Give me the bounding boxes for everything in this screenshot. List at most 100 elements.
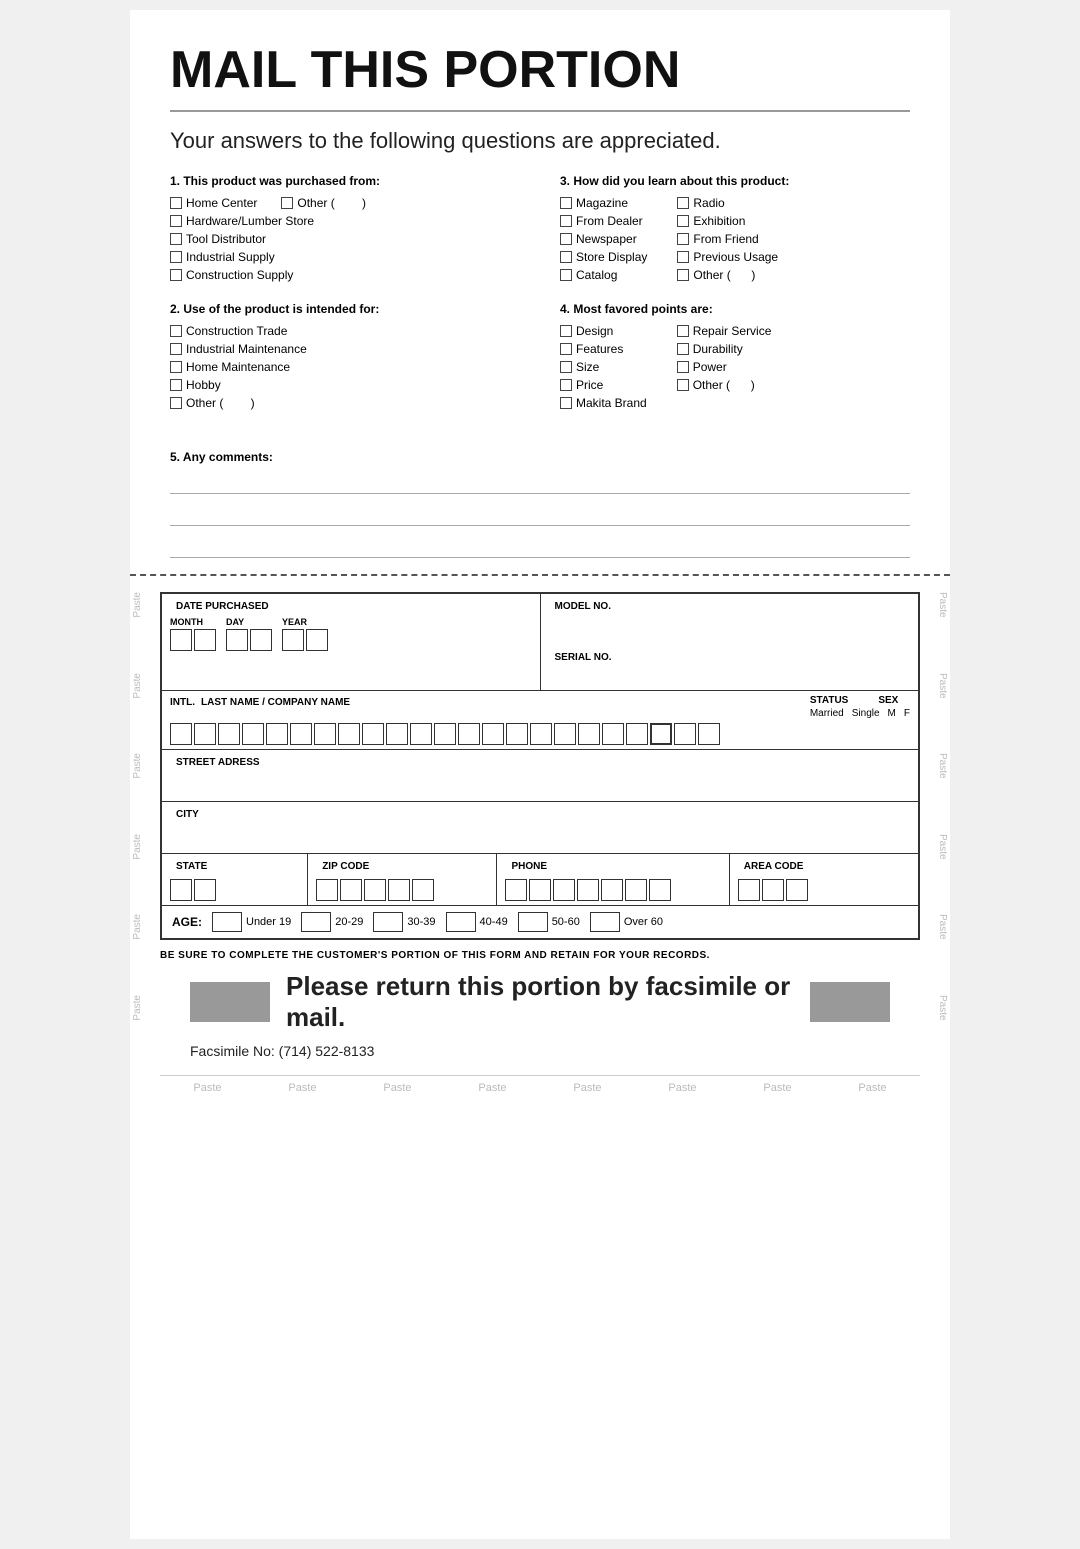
phone-box[interactable] bbox=[553, 879, 575, 901]
zip-box[interactable] bbox=[316, 879, 338, 901]
phone-box[interactable] bbox=[649, 879, 671, 901]
name-box[interactable] bbox=[650, 723, 672, 745]
model-no-field[interactable] bbox=[549, 615, 911, 645]
checkbox-from-friend[interactable] bbox=[677, 233, 689, 245]
name-box[interactable] bbox=[314, 723, 336, 745]
day-box-1[interactable] bbox=[226, 629, 248, 651]
day-box-2[interactable] bbox=[250, 629, 272, 651]
area-box[interactable] bbox=[738, 879, 760, 901]
checkbox-home-maint[interactable] bbox=[170, 361, 182, 373]
side-paste-left-5: Paste bbox=[132, 914, 143, 940]
checkbox-other2[interactable] bbox=[170, 397, 182, 409]
checkbox-hardware[interactable] bbox=[170, 215, 182, 227]
list-item: Power bbox=[677, 360, 772, 374]
checkbox-other4[interactable] bbox=[677, 379, 689, 391]
year-box-1[interactable] bbox=[282, 629, 304, 651]
checkbox-price[interactable] bbox=[560, 379, 572, 391]
checkbox-construction-trade[interactable] bbox=[170, 325, 182, 337]
side-paste-right-6: Paste bbox=[937, 995, 948, 1021]
name-box[interactable] bbox=[218, 723, 240, 745]
phone-box[interactable] bbox=[577, 879, 599, 901]
checkbox-prev-usage[interactable] bbox=[677, 251, 689, 263]
name-box[interactable] bbox=[482, 723, 504, 745]
name-box[interactable] bbox=[194, 723, 216, 745]
name-box[interactable] bbox=[554, 723, 576, 745]
state-box[interactable] bbox=[194, 879, 216, 901]
age-box-over60[interactable] bbox=[590, 912, 620, 932]
checkbox-repair-service[interactable] bbox=[677, 325, 689, 337]
age-option-over60: Over 60 bbox=[590, 912, 663, 932]
list-item: Catalog bbox=[560, 268, 647, 282]
checkbox-radio[interactable] bbox=[677, 197, 689, 209]
gray-block-right bbox=[810, 982, 890, 1022]
name-box[interactable] bbox=[626, 723, 648, 745]
name-box[interactable] bbox=[170, 723, 192, 745]
checkbox-industrial-supply[interactable] bbox=[170, 251, 182, 263]
checkbox-other1[interactable] bbox=[281, 197, 293, 209]
checkbox-home-center[interactable] bbox=[170, 197, 182, 209]
checkbox-magazine[interactable] bbox=[560, 197, 572, 209]
checkbox-makita[interactable] bbox=[560, 397, 572, 409]
name-box[interactable] bbox=[578, 723, 600, 745]
checkbox-store-display[interactable] bbox=[560, 251, 572, 263]
checkbox-features[interactable] bbox=[560, 343, 572, 355]
area-box[interactable] bbox=[786, 879, 808, 901]
name-box[interactable] bbox=[506, 723, 528, 745]
zip-box[interactable] bbox=[340, 879, 362, 901]
month-box-2[interactable] bbox=[194, 629, 216, 651]
checkbox-from-dealer[interactable] bbox=[560, 215, 572, 227]
area-box[interactable] bbox=[762, 879, 784, 901]
checkbox-size[interactable] bbox=[560, 361, 572, 373]
zip-box[interactable] bbox=[364, 879, 386, 901]
checkbox-industrial-maint[interactable] bbox=[170, 343, 182, 355]
name-box[interactable] bbox=[362, 723, 384, 745]
name-box[interactable] bbox=[602, 723, 624, 745]
subtitle: Your answers to the following questions … bbox=[170, 128, 910, 154]
checkbox-construction-supply[interactable] bbox=[170, 269, 182, 281]
phone-box[interactable] bbox=[601, 879, 623, 901]
comment-line-2[interactable] bbox=[170, 502, 910, 526]
checkbox-design[interactable] bbox=[560, 325, 572, 337]
checkbox-tool-dist[interactable] bbox=[170, 233, 182, 245]
list-item: Hardware/Lumber Store bbox=[170, 214, 520, 228]
name-box[interactable] bbox=[674, 723, 696, 745]
checkbox-exhibition[interactable] bbox=[677, 215, 689, 227]
zip-box[interactable] bbox=[412, 879, 434, 901]
phone-box[interactable] bbox=[625, 879, 647, 901]
name-box[interactable] bbox=[290, 723, 312, 745]
name-box[interactable] bbox=[434, 723, 456, 745]
city-field[interactable] bbox=[170, 823, 910, 849]
checkbox-newspaper[interactable] bbox=[560, 233, 572, 245]
checkbox-hobby[interactable] bbox=[170, 379, 182, 391]
comment-line-1[interactable] bbox=[170, 470, 910, 494]
checkbox-power[interactable] bbox=[677, 361, 689, 373]
fax-number: Facsimile No: (714) 522-8133 bbox=[190, 1043, 920, 1059]
name-box[interactable] bbox=[410, 723, 432, 745]
paste-3: Paste bbox=[383, 1082, 411, 1094]
name-box[interactable] bbox=[698, 723, 720, 745]
name-box[interactable] bbox=[266, 723, 288, 745]
list-item: Home Center Other ( ) bbox=[170, 196, 520, 210]
checkbox-other3[interactable] bbox=[677, 269, 689, 281]
street-field[interactable] bbox=[170, 771, 910, 797]
age-box-30-39[interactable] bbox=[373, 912, 403, 932]
age-box-40-49[interactable] bbox=[446, 912, 476, 932]
age-box-under19[interactable] bbox=[212, 912, 242, 932]
name-box[interactable] bbox=[530, 723, 552, 745]
checkbox-durability[interactable] bbox=[677, 343, 689, 355]
serial-no-field[interactable] bbox=[549, 666, 911, 686]
name-box[interactable] bbox=[338, 723, 360, 745]
state-box[interactable] bbox=[170, 879, 192, 901]
name-box[interactable] bbox=[386, 723, 408, 745]
phone-box[interactable] bbox=[505, 879, 527, 901]
month-box-1[interactable] bbox=[170, 629, 192, 651]
checkbox-catalog[interactable] bbox=[560, 269, 572, 281]
year-box-2[interactable] bbox=[306, 629, 328, 651]
age-box-50-60[interactable] bbox=[518, 912, 548, 932]
zip-box[interactable] bbox=[388, 879, 410, 901]
name-box[interactable] bbox=[242, 723, 264, 745]
comment-line-3[interactable] bbox=[170, 534, 910, 558]
phone-box[interactable] bbox=[529, 879, 551, 901]
age-box-20-29[interactable] bbox=[301, 912, 331, 932]
name-box[interactable] bbox=[458, 723, 480, 745]
